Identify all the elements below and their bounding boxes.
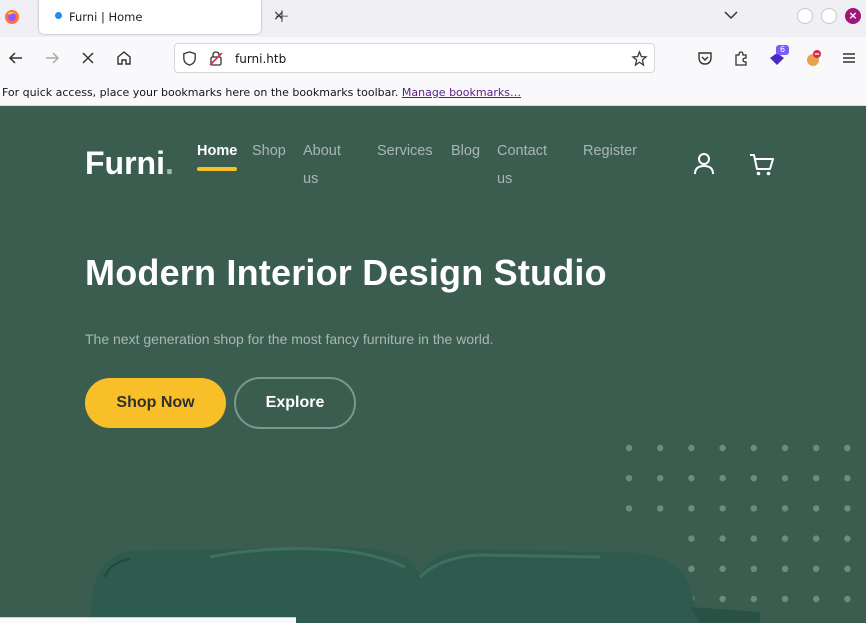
pocket-icon[interactable]: [696, 49, 714, 67]
menu-icon[interactable]: [840, 49, 858, 67]
chevron-down-icon[interactable]: [722, 6, 740, 24]
extension-badge: 6: [776, 45, 789, 55]
manage-bookmarks-link[interactable]: Manage bookmarks…: [402, 86, 521, 99]
sofa-image: [90, 546, 760, 623]
nav-contact-line1: Contact: [497, 143, 547, 159]
back-icon[interactable]: [7, 49, 25, 67]
nav-active-underline: [197, 167, 237, 171]
forward-icon[interactable]: [43, 49, 61, 67]
user-icon[interactable]: [693, 152, 715, 176]
insecure-lock-icon[interactable]: [208, 50, 224, 67]
nav-about-line2: us: [303, 171, 319, 187]
nav-home[interactable]: Home: [197, 137, 237, 165]
bookmarks-toolbar: For quick access, place your bookmarks h…: [0, 80, 866, 106]
new-tab-button[interactable]: +: [274, 5, 290, 27]
stop-icon[interactable]: [79, 49, 97, 67]
window-maximize-button[interactable]: [821, 8, 837, 24]
home-icon[interactable]: [115, 49, 133, 67]
nav-about-line1: About: [303, 143, 341, 159]
shop-now-button[interactable]: Shop Now: [85, 378, 226, 428]
logo-text: Furni: [85, 145, 165, 181]
nav-about-us[interactable]: About us: [303, 137, 341, 193]
nav-contact-us[interactable]: Contact us: [497, 137, 547, 193]
logo-dot: .: [164, 145, 174, 181]
nav-contact-line2: us: [497, 171, 513, 187]
bookmarks-hint-text: For quick access, place your bookmarks h…: [2, 86, 399, 99]
tab-bar: Furni | Home × + ×: [0, 0, 866, 37]
explore-button[interactable]: Explore: [234, 377, 356, 429]
tab-favicon-icon: [55, 12, 62, 19]
nav-register[interactable]: Register: [583, 137, 637, 165]
bookmark-star-icon[interactable]: [631, 50, 648, 67]
window-close-button[interactable]: ×: [845, 8, 861, 24]
nav-services[interactable]: Services: [377, 137, 433, 165]
site-logo[interactable]: Furni.: [85, 145, 174, 182]
shield-icon[interactable]: [181, 50, 198, 67]
url-text[interactable]: furni.htb: [235, 52, 286, 66]
window-minimize-button[interactable]: [797, 8, 813, 24]
cart-icon[interactable]: [749, 153, 775, 177]
hero-subtitle: The next generation shop for the most fa…: [85, 331, 494, 347]
firefox-icon[interactable]: [4, 9, 20, 25]
avatar-extension-icon[interactable]: [804, 49, 822, 67]
hero-title: Modern Interior Design Studio: [85, 252, 607, 293]
nav-shop[interactable]: Shop: [252, 137, 286, 165]
navigation-toolbar: furni.htb 6: [0, 37, 866, 80]
tab-title: Furni | Home: [69, 10, 143, 24]
url-bar[interactable]: furni.htb: [174, 43, 655, 73]
bookmarks-hint: For quick access, place your bookmarks h…: [2, 86, 521, 99]
status-strip: [0, 617, 296, 623]
extensions-icon[interactable]: [732, 49, 750, 67]
nav-blog[interactable]: Blog: [451, 137, 480, 165]
active-tab[interactable]: Furni | Home ×: [39, 0, 285, 34]
furni-home-page: Furni. Home Shop About us Services Blog …: [0, 107, 866, 623]
